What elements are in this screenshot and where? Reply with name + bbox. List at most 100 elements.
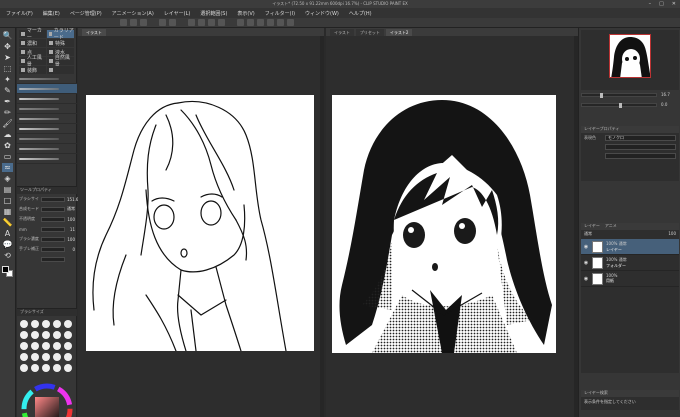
rotate-knob[interactable] — [619, 103, 622, 108]
brush-size-preset[interactable] — [42, 331, 50, 339]
eyedropper-icon[interactable]: ✎ — [2, 86, 13, 95]
rotate-slider[interactable] — [581, 103, 657, 108]
pen-icon[interactable]: ✒ — [2, 97, 13, 106]
brush-size-preset[interactable] — [42, 320, 50, 328]
gradient-icon[interactable]: ▤ — [2, 185, 13, 194]
menu-help[interactable]: ヘルプ(H) — [349, 10, 372, 17]
brush-size-preset[interactable] — [20, 320, 28, 328]
balloon-icon[interactable]: 💬 — [2, 240, 13, 249]
correct-line-icon[interactable]: ⟲ — [2, 251, 13, 260]
menu-animation[interactable]: アニメーション(A) — [112, 10, 154, 17]
snap-grid-icon[interactable] — [277, 19, 284, 26]
brush-size-preset[interactable] — [31, 342, 39, 350]
brush-size-preset[interactable] — [64, 353, 72, 361]
subtool-group[interactable]: マーカー — [19, 28, 46, 41]
brush-item[interactable] — [17, 124, 77, 134]
menu-view[interactable]: 表示(V) — [237, 10, 254, 17]
open-file-icon[interactable] — [130, 19, 137, 26]
brush-item[interactable] — [17, 104, 77, 114]
brush-size-preset[interactable] — [42, 342, 50, 350]
tab-layer[interactable]: レイヤー — [584, 223, 600, 230]
deselect-icon[interactable] — [237, 19, 244, 26]
move-icon[interactable]: ✥ — [2, 42, 13, 51]
brush-size-preset[interactable] — [53, 320, 61, 328]
tab-canvas-3[interactable]: イラスト2 — [385, 28, 413, 36]
blend-icon[interactable]: ≈ — [2, 163, 13, 172]
subtool-group[interactable]: 特殊 — [47, 39, 74, 47]
foreground-color[interactable] — [2, 266, 9, 273]
layer-property-value[interactable] — [605, 152, 676, 159]
menu-edit[interactable]: 編集(E) — [43, 10, 60, 17]
brush-size-preset[interactable] — [53, 342, 61, 350]
layer-row[interactable]: ◉ 100% 通常 フォルダー — [581, 255, 679, 271]
brush-size-preset[interactable] — [53, 364, 61, 372]
zoom-slider[interactable] — [581, 93, 657, 98]
clear-icon[interactable] — [188, 19, 195, 26]
brush-item[interactable] — [17, 114, 77, 124]
subtool-group[interactable]: 人工風景 — [19, 55, 46, 68]
brush-size-preset[interactable] — [53, 331, 61, 339]
blend-mode-select[interactable]: 通常 — [584, 231, 592, 238]
brush-item[interactable] — [17, 84, 77, 94]
snap-perspective-icon[interactable] — [287, 19, 294, 26]
fill-icon[interactable]: ◈ — [2, 174, 13, 183]
brush-size-preset[interactable] — [64, 320, 72, 328]
layer-opacity[interactable]: 100 — [668, 231, 676, 238]
tab-animation[interactable]: アニメ — [605, 223, 617, 230]
ruler-icon[interactable]: 📏 — [2, 218, 13, 227]
tab-canvas-left[interactable]: イラスト — [82, 28, 106, 36]
wand-icon[interactable]: ✦ — [2, 75, 13, 84]
brush-item[interactable] — [17, 94, 77, 104]
brush-size-preset[interactable] — [42, 353, 50, 361]
clear-outside-icon[interactable] — [198, 19, 205, 26]
arrow-icon[interactable]: ➤ — [2, 53, 13, 62]
eye-icon[interactable]: ◉ — [583, 260, 589, 266]
zoom-knob[interactable] — [600, 93, 603, 98]
new-file-icon[interactable] — [120, 19, 127, 26]
property-slider[interactable] — [41, 256, 65, 262]
redo-icon[interactable] — [169, 19, 176, 26]
layer-row[interactable]: ◉ 100% 用紙 — [581, 271, 679, 287]
frame-icon[interactable]: ▦ — [2, 207, 13, 216]
brush-size-preset[interactable] — [20, 353, 28, 361]
brush-item[interactable] — [17, 154, 77, 164]
color-swatch[interactable] — [2, 266, 13, 277]
subtool-group[interactable]: 濃和 — [19, 39, 46, 47]
tab-canvas-2[interactable]: プリセット — [355, 28, 384, 36]
show-selection-icon[interactable] — [257, 19, 264, 26]
invert-selection-icon[interactable] — [247, 19, 254, 26]
brush-size-preset[interactable] — [64, 342, 72, 350]
snap-ruler-icon[interactable] — [267, 19, 274, 26]
airbrush-icon[interactable]: ☁ — [2, 130, 13, 139]
menu-filter[interactable]: フィルター(I) — [265, 10, 295, 17]
text-icon[interactable]: A — [2, 229, 13, 238]
property-slider[interactable] — [41, 226, 65, 232]
brush-item[interactable] — [17, 74, 77, 84]
property-slider[interactable] — [41, 216, 65, 222]
navigator-thumbnail[interactable] — [609, 34, 651, 78]
shaded-canvas[interactable] — [332, 95, 556, 353]
undo-icon[interactable] — [159, 19, 166, 26]
subtool-group[interactable]: 自然風景 — [47, 55, 74, 68]
brush-icon[interactable]: 🖌 — [2, 119, 13, 128]
property-slider[interactable] — [41, 206, 65, 212]
brush-item[interactable] — [17, 134, 77, 144]
tab-canvas-1[interactable]: イラスト — [330, 28, 354, 36]
property-slider[interactable] — [41, 236, 65, 242]
subtool-group[interactable]: カラリアード — [47, 28, 74, 41]
layer-row[interactable]: ◉ 100% 通常 レイヤー — [581, 239, 679, 255]
menu-page[interactable]: ページ管理(P) — [70, 10, 102, 17]
brush-size-preset[interactable] — [31, 331, 39, 339]
transform-icon[interactable] — [218, 19, 225, 26]
brush-size-preset[interactable] — [31, 320, 39, 328]
layer-property-value[interactable] — [605, 143, 676, 150]
brush-size-preset[interactable] — [64, 331, 72, 339]
save-icon[interactable] — [140, 19, 147, 26]
close-button[interactable]: ✕ — [672, 1, 676, 7]
brush-size-preset[interactable] — [42, 364, 50, 372]
layer-property-value[interactable]: モノクロ — [605, 134, 676, 141]
menu-window[interactable]: ウィンドウ(W) — [305, 10, 339, 17]
select-icon[interactable]: ⬚ — [2, 64, 13, 73]
menu-layer[interactable]: レイヤー(L) — [164, 10, 191, 17]
menu-select[interactable]: 選択範囲(S) — [200, 10, 227, 17]
